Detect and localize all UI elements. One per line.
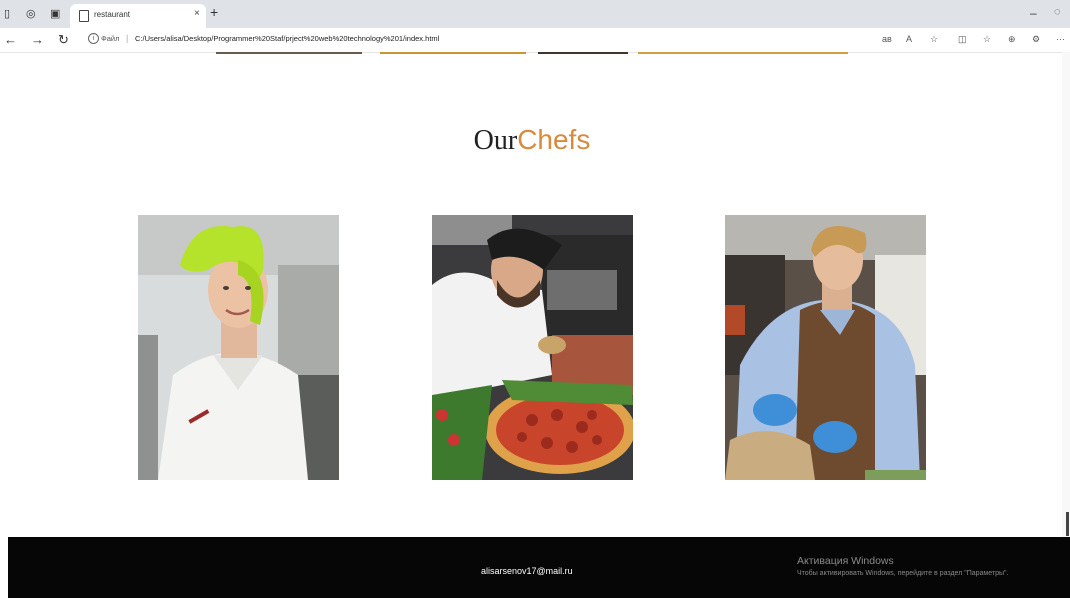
- back-icon[interactable]: ←: [4, 32, 17, 47]
- split-screen-icon[interactable]: ◫: [958, 34, 967, 45]
- browser-tab-bar: ▯ ◎ ▣ restaurant × + – ◌: [0, 0, 1070, 28]
- address-bar: ← → ↻ i Файл | C:/Users/alisa/Desktop/Pr…: [0, 28, 1070, 53]
- info-icon[interactable]: i: [88, 33, 99, 44]
- more-icon[interactable]: ···: [1056, 34, 1065, 44]
- url-text[interactable]: C:/Users/alisa/Desktop/Programmer%20Staf…: [135, 34, 439, 43]
- url-field[interactable]: i Файл | C:/Users/alisa/Desktop/Programm…: [80, 31, 870, 48]
- tab-title: restaurant: [94, 10, 131, 19]
- section-heading: OurChefs: [0, 124, 1064, 157]
- page-scrollbar[interactable]: [1062, 52, 1070, 537]
- windows-activation-text: Чтобы активировать Windows, перейдите в …: [797, 570, 1009, 577]
- page-footer: alisarsenov17@mail.ru Активация Windows …: [8, 537, 1070, 598]
- tab-actions-icon[interactable]: ▣: [50, 8, 60, 20]
- windows-activation-title: Активация Windows: [797, 555, 894, 567]
- footer-email[interactable]: alisarsenov17@mail.ru: [481, 566, 573, 576]
- heading-our: Our: [473, 125, 518, 156]
- favorites-icon[interactable]: ☆: [983, 34, 991, 45]
- file-label: Файл: [101, 34, 120, 43]
- text-size-icon[interactable]: A: [906, 34, 912, 44]
- minimize-icon[interactable]: –: [1030, 6, 1037, 20]
- refresh-icon[interactable]: ↻: [58, 32, 69, 48]
- collections-icon[interactable]: ⊕: [1008, 34, 1016, 45]
- read-aloud-icon[interactable]: aʙ: [882, 34, 892, 44]
- chef-photo-3: [725, 215, 926, 480]
- forward-icon[interactable]: →: [31, 32, 44, 47]
- close-tab-icon[interactable]: ×: [194, 8, 200, 19]
- gallery-image-edge: [538, 52, 628, 54]
- page-icon: [79, 10, 89, 22]
- url-separator: |: [126, 33, 129, 43]
- scrollbar-thumb[interactable]: [1066, 512, 1069, 536]
- profile-icon[interactable]: ▯: [4, 8, 10, 20]
- gallery-image-edge: [216, 52, 362, 54]
- chef-photo-1: [138, 215, 339, 480]
- gallery-image-edge: [380, 52, 526, 54]
- browser-tab[interactable]: restaurant ×: [70, 4, 206, 28]
- new-tab-icon[interactable]: +: [210, 4, 218, 20]
- gallery-image-edge: [638, 52, 848, 54]
- chef-photo-2: [432, 215, 633, 480]
- restore-icon[interactable]: ◌: [1054, 6, 1061, 18]
- favorite-star-icon[interactable]: ☆: [930, 34, 938, 45]
- heading-chefs: Chefs: [517, 124, 591, 155]
- extensions-icon[interactable]: ⚙: [1032, 34, 1040, 45]
- workspaces-icon[interactable]: ◎: [26, 8, 36, 20]
